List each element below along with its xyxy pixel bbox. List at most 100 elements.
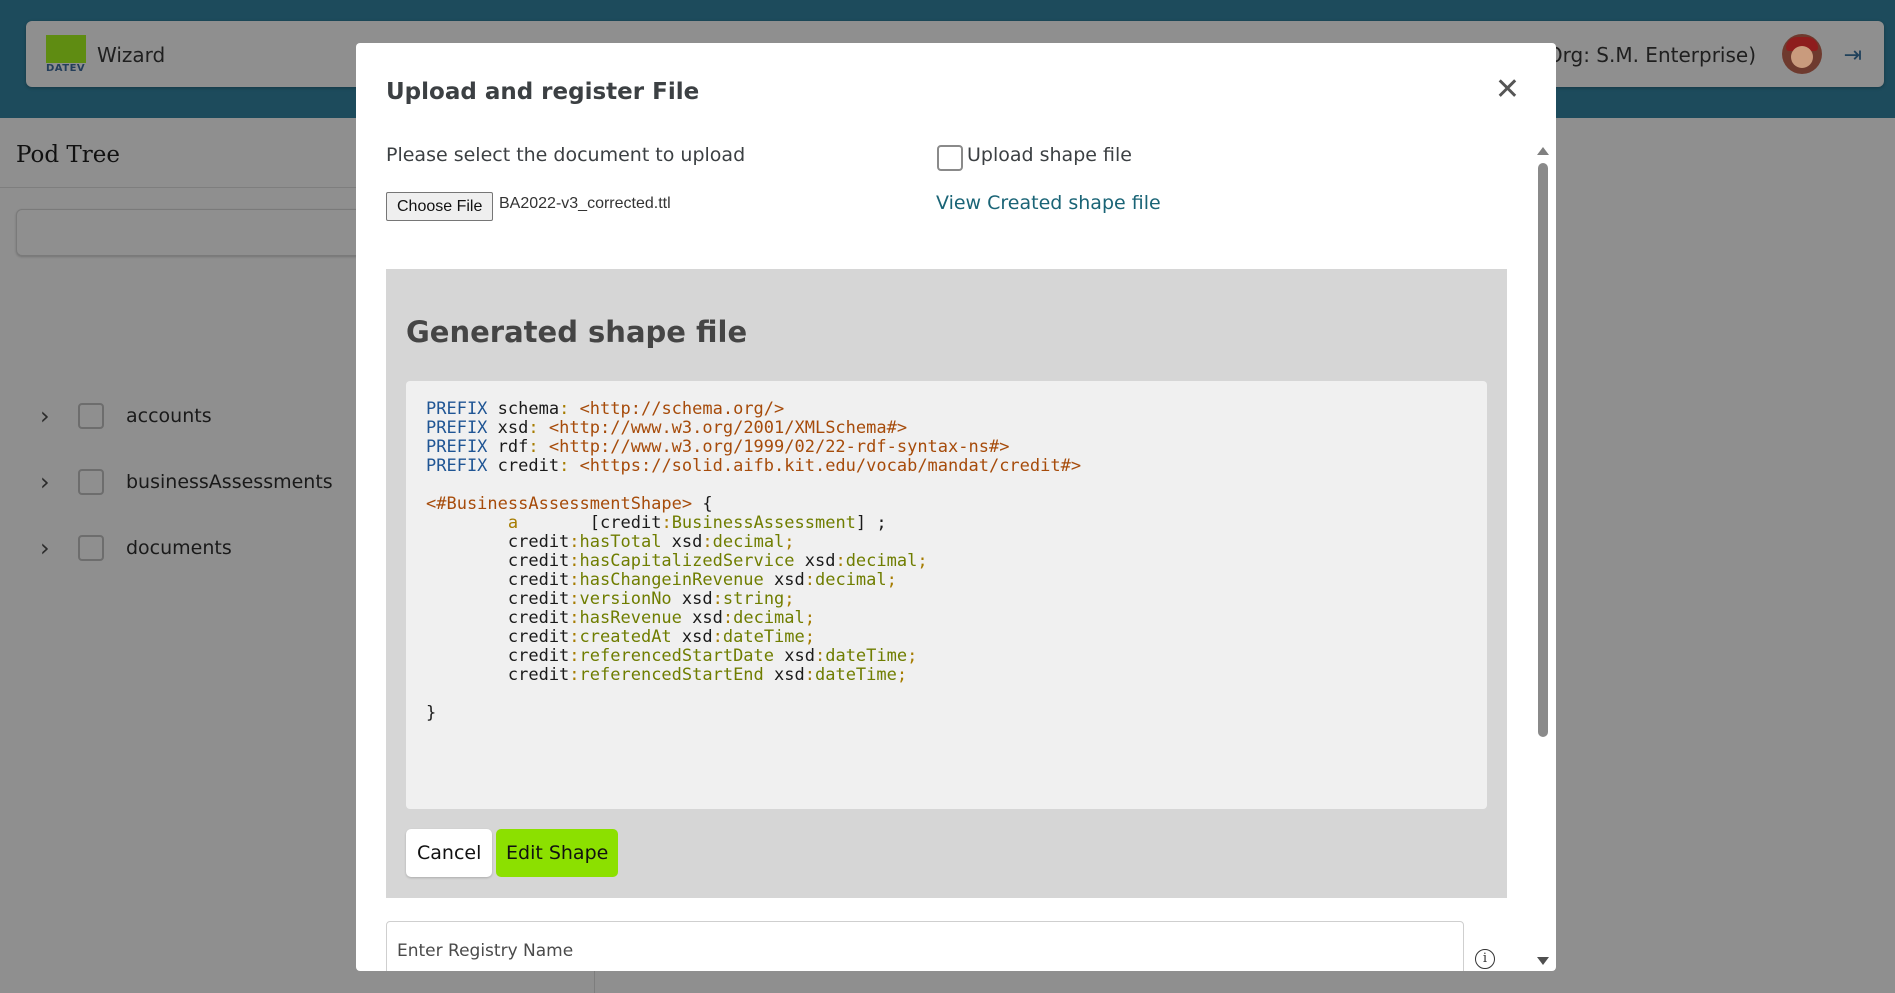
code-line: credit:versionNo xsd:string; [426, 589, 795, 609]
code-token: hasChangeinRevenue [579, 570, 764, 590]
code-line: credit:hasChangeinRevenue xsd:decimal; [426, 570, 897, 590]
code-token: dateTime [814, 665, 897, 685]
close-icon[interactable]: ✕ [1495, 75, 1520, 105]
scroll-down-arrow-icon[interactable] [1537, 957, 1549, 965]
modal-title: Upload and register File [386, 79, 700, 105]
code-token: : [569, 608, 580, 628]
upload-shape-checkbox[interactable] [937, 145, 963, 171]
code-token: dateTime [825, 646, 908, 666]
code-token: ; [784, 532, 795, 552]
code-line: credit:referencedStartEnd xsd:dateTime; [426, 665, 908, 685]
code-token: PREFIX [426, 437, 488, 457]
code-token: ; [896, 665, 908, 685]
upload-shape-label: Upload shape file [967, 144, 1132, 166]
code-token: : [569, 589, 580, 609]
generated-shape-panel: Generated shape file PREFIX schema: <htt… [386, 269, 1507, 898]
code-token: versionNo [579, 589, 672, 609]
chevron-right-icon[interactable]: › [40, 468, 60, 496]
code-token: hasTotal [579, 532, 662, 552]
code-line: PREFIX schema: <http://schema.org/> [426, 399, 785, 419]
code-token: decimal [733, 608, 805, 628]
code-token: hasRevenue [579, 608, 682, 628]
avatar[interactable] [1782, 34, 1822, 74]
code-token: decimal [845, 551, 918, 571]
view-created-shape-link[interactable]: View Created shape file [936, 192, 1161, 214]
cancel-button[interactable]: Cancel [406, 829, 493, 877]
code-line: credit:hasRevenue xsd:decimal; [426, 608, 816, 628]
tree-checkbox[interactable] [78, 535, 104, 561]
code-token: : [712, 589, 723, 609]
code-token: : [804, 570, 815, 590]
tree-item-businessassessments[interactable]: › businessAssessments [40, 464, 333, 500]
code-token: ; [907, 646, 918, 666]
tree-item-label: documents [126, 537, 232, 559]
code-token: : [722, 608, 734, 628]
generated-shape-title: Generated shape file [406, 315, 748, 349]
code-token: : [804, 665, 815, 685]
code-token: <https://solid.aifb.kit.edu/vocab/mandat… [579, 456, 1082, 476]
code-token: : [661, 513, 672, 533]
code-line: a [credit:BusinessAssessment] ; [507, 513, 887, 533]
info-icon[interactable]: i [1475, 949, 1495, 969]
code-token: a [507, 513, 519, 533]
scroll-up-arrow-icon[interactable] [1537, 147, 1549, 155]
code-token: <#BusinessAssessmentShape> [426, 494, 693, 514]
choose-file-button[interactable]: Choose File [386, 192, 494, 221]
code-token: PREFIX [426, 456, 488, 476]
app-title: Wizard [97, 43, 166, 67]
code-token: PREFIX [426, 418, 488, 438]
modal-scrollbar[interactable] [1536, 147, 1550, 967]
code-token: : [814, 646, 826, 666]
code-token: : [528, 418, 549, 438]
code-line: PREFIX credit: <https://solid.aifb.kit.e… [426, 456, 1082, 476]
code-token: ; [784, 589, 795, 609]
code-line: } [426, 703, 437, 723]
code-line: credit:hasTotal xsd:decimal; [426, 532, 795, 552]
sidebar-title: Pod Tree [16, 142, 120, 168]
tree-item-documents[interactable]: › documents [40, 530, 232, 566]
upload-modal: Upload and register File ✕ Please select… [356, 43, 1556, 971]
tree-checkbox[interactable] [78, 403, 104, 429]
scroll-thumb[interactable] [1538, 163, 1548, 737]
code-token: : [528, 437, 549, 457]
code-token: referencedStartEnd [579, 665, 764, 685]
code-token: <http://www.w3.org/2001/XMLSchema#> [548, 418, 908, 438]
code-token: : [559, 456, 580, 476]
select-document-label: Please select the document to upload [386, 144, 746, 166]
tree-item-accounts[interactable]: › accounts [40, 398, 212, 434]
chevron-right-icon[interactable]: › [40, 402, 60, 430]
code-line: credit:referencedStartDate xsd:dateTime; [426, 646, 918, 666]
code-token: : [569, 551, 580, 571]
code-token: PREFIX [426, 399, 488, 419]
code-token: : [559, 399, 580, 419]
registry-name-input[interactable] [386, 921, 1464, 971]
code-token: decimal [712, 532, 785, 552]
code-token: decimal [814, 570, 887, 590]
code-token: : [702, 532, 713, 552]
chevron-right-icon[interactable]: › [40, 534, 60, 562]
code-token: : [569, 570, 580, 590]
code-line: credit:hasCapitalizedService xsd:decimal… [426, 551, 928, 571]
code-line: PREFIX rdf: <http://www.w3.org/1999/02/2… [426, 437, 1010, 457]
logout-icon[interactable]: ⇥ [1844, 43, 1862, 68]
code-token: : [569, 627, 580, 647]
selected-file-name: BA2022-v3_corrected.ttl [499, 195, 671, 212]
code-token: dateTime [722, 627, 805, 647]
code-token: <http://www.w3.org/1999/02/22-rdf-syntax… [548, 437, 1010, 457]
code-token: ; [804, 627, 816, 647]
code-token: <http://schema.org/> [579, 399, 785, 419]
code-token: hasCapitalizedService [579, 551, 795, 571]
code-token: : [569, 646, 580, 666]
tree-checkbox[interactable] [78, 469, 104, 495]
datev-logo: DATEV [46, 35, 86, 75]
tree-item-label: accounts [126, 405, 212, 427]
code-line: credit:createdAt xsd:dateTime; [426, 627, 816, 647]
code-token: ; [917, 551, 928, 571]
code-line: PREFIX xsd: <http://www.w3.org/2001/XMLS… [426, 418, 908, 438]
code-token: createdAt [579, 627, 672, 647]
code-token: : [835, 551, 846, 571]
code-token: ; [886, 570, 897, 590]
edit-shape-button[interactable]: Edit Shape [496, 829, 619, 877]
